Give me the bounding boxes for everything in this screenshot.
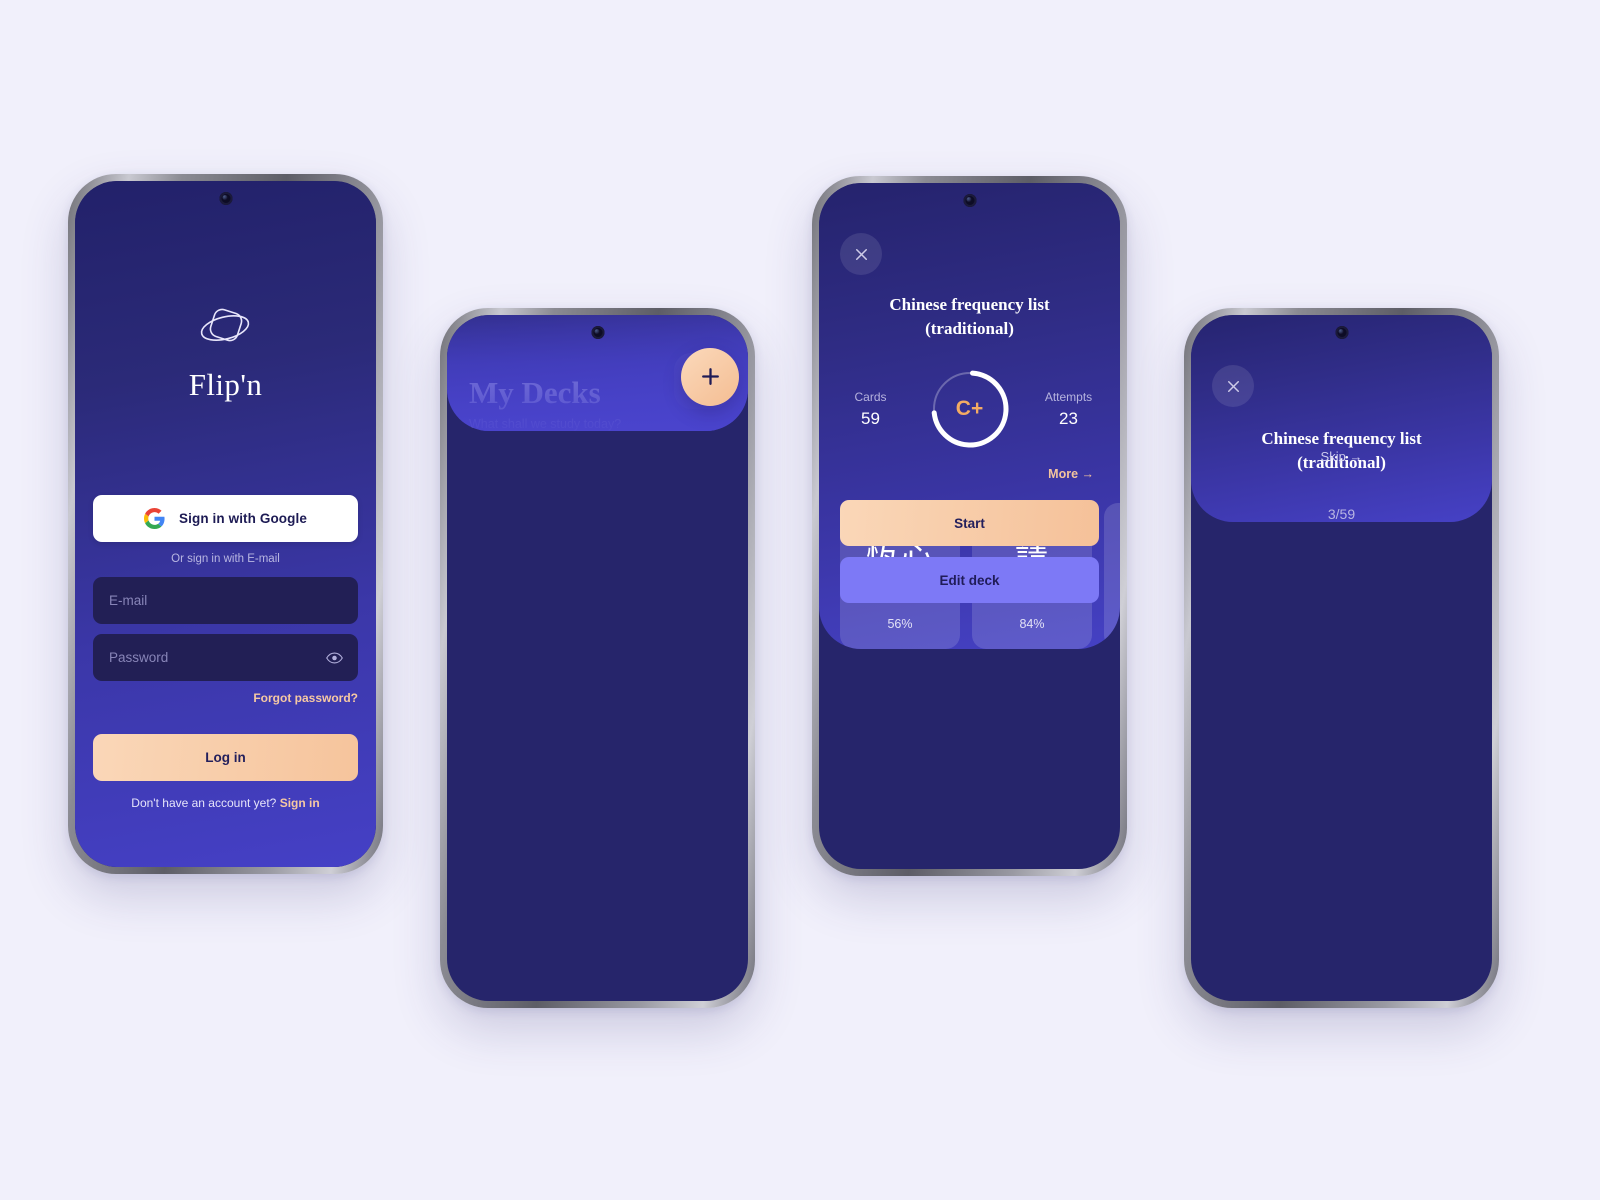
phone-login: Flip'n Sign in with Google Or sign in wi… (68, 174, 383, 874)
phone-study: Chinese frequency list (traditional) 3/5… (1184, 308, 1499, 1008)
front-camera (591, 326, 604, 339)
password-field[interactable]: Password (93, 634, 358, 681)
mockup-stage: Flip'n Sign in with Google Or sign in wi… (0, 0, 1600, 1200)
cards-stat-label: Cards (854, 389, 887, 404)
signup-link[interactable]: Sign in (280, 796, 320, 810)
front-camera (1335, 326, 1348, 339)
email-field[interactable]: E-mail (93, 577, 358, 624)
cards-stat-value: 59 (861, 408, 880, 428)
add-deck-button[interactable] (681, 347, 739, 406)
front-camera (963, 194, 976, 207)
sign-in-with-google-button[interactable]: Sign in with Google (93, 495, 358, 542)
auth-block: Sign in with Google Or sign in with E-ma… (93, 495, 358, 810)
google-button-label: Sign in with Google (179, 511, 307, 526)
grade-value: C+ (955, 397, 984, 421)
flipn-logo-icon (194, 297, 256, 359)
skip-link[interactable]: Skip → (1191, 449, 1492, 464)
edit-deck-button[interactable]: Edit deck (840, 557, 1099, 604)
cards-stat: Cards 59 (840, 390, 902, 429)
password-placeholder: Password (109, 650, 169, 665)
page-subtitle: What shall we study today? (469, 416, 622, 431)
attempts-stat-label: Attempts (1044, 389, 1093, 404)
study-screen: Chinese frequency list (traditional) 3/5… (1191, 315, 1492, 523)
grade-ring: C+ (928, 367, 1012, 451)
plus-icon (701, 368, 719, 385)
brand-name: Flip'n (188, 367, 263, 402)
deck-detail-title: Chinese frequency list (traditional) (889, 295, 1050, 339)
eye-icon[interactable] (326, 651, 343, 664)
signup-prompt: Don't have an account yet? Sign in (93, 796, 358, 810)
brand-block: Flip'n (189, 297, 262, 403)
phone-deck-detail: Chinese frequency list (traditional) Car… (812, 176, 1127, 876)
login-screen: Flip'n Sign in with Google Or sign in wi… (75, 181, 376, 867)
preview-card-partial[interactable] (1104, 503, 1120, 650)
close-icon[interactable] (840, 233, 882, 275)
signup-prompt-text: Don't have an account yet? (131, 796, 277, 810)
attempts-stat: Attempts 23 (1038, 390, 1100, 429)
start-button[interactable]: Start (840, 500, 1099, 547)
forgot-password-link[interactable]: Forgot password? (93, 691, 358, 705)
email-divider-label: Or sign in with E-mail (171, 553, 280, 565)
preview-card-percent: 84% (1019, 617, 1045, 632)
deck-stats: Cards 59 C+ Attempts 23 (819, 367, 1120, 451)
deck-detail-screen: Chinese frequency list (traditional) Car… (819, 183, 1120, 650)
google-g-icon (144, 508, 165, 529)
preview-card-percent: 56% (887, 617, 913, 632)
log-in-button[interactable]: Log in (93, 734, 358, 781)
more-link[interactable]: More → (845, 467, 1094, 481)
phone-decks: My Decks What shall we study today? (440, 308, 755, 1008)
front-camera (219, 192, 232, 205)
study-progress: 3/59 (1327, 506, 1356, 523)
close-icon[interactable] (1212, 365, 1254, 407)
email-placeholder: E-mail (109, 593, 148, 608)
deck-actions: Start Edit deck (840, 500, 1099, 604)
attempts-stat-value: 23 (1059, 408, 1078, 428)
